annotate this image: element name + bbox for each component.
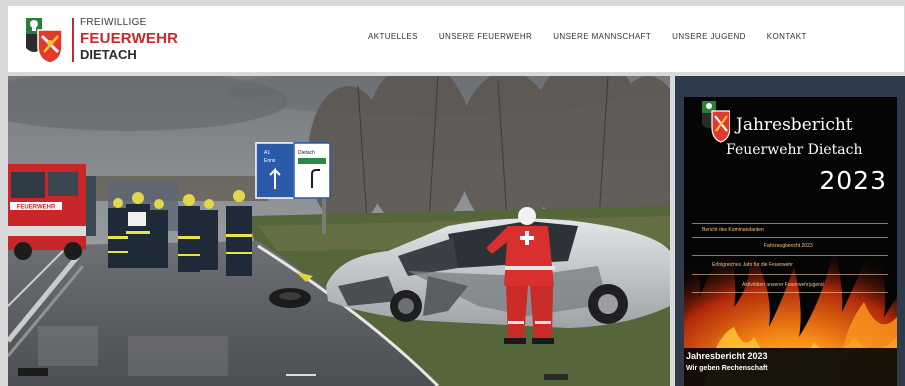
- toc-divider: [692, 237, 888, 238]
- sign-left-code: A1: [264, 150, 270, 156]
- site-logo[interactable]: FREIWILLIGE FEUERWEHR DIETACH: [22, 14, 202, 66]
- nav-item-unsere-feuerwehr[interactable]: UNSERE FEUERWEHR: [439, 32, 532, 46]
- nav-item-unsere-mannschaft[interactable]: UNSERE MANNSCHAFT: [553, 32, 651, 46]
- report-year: 2023: [819, 166, 887, 195]
- report-subtitle: Feuerwehr Dietach: [726, 142, 863, 158]
- logo-text-dietach: DIETACH: [80, 47, 137, 62]
- main-nav: AKTUELLES UNSERE FEUERWEHR UNSERE MANNSC…: [368, 32, 807, 46]
- accident-scene-image: FEUERWEHR A1 Enns Dietach: [8, 76, 670, 386]
- sign-left-text: Enns: [264, 158, 276, 164]
- toc-item: Bericht des Kommandanten: [702, 227, 764, 233]
- report-crest-icon: [702, 101, 730, 143]
- toc-divider: [692, 274, 888, 275]
- nav-item-aktuelles[interactable]: AKTUELLES: [368, 32, 418, 46]
- toc-divider: [692, 223, 888, 224]
- report-caption[interactable]: Jahresbericht 2023 Wir geben Rechenschaf…: [684, 348, 897, 386]
- annual-report-cover[interactable]: Jahresbericht Feuerwehr Dietach 2023 Ber…: [684, 97, 897, 386]
- logo-text-feuerwehr: FEUERWEHR: [80, 30, 179, 47]
- report-caption-subtitle: Wir geben Rechenschaft: [686, 365, 768, 372]
- toc-divider: [692, 292, 888, 293]
- nav-item-kontakt[interactable]: KONTAKT: [767, 32, 807, 46]
- site-header: FREIWILLIGE FEUERWEHR DIETACH AKTUELLES …: [8, 6, 904, 72]
- toc-divider: [692, 255, 888, 256]
- logo-divider: [72, 18, 74, 62]
- report-caption-title[interactable]: Jahresbericht 2023: [686, 351, 768, 361]
- page: FREIWILLIGE FEUERWEHR DIETACH AKTUELLES …: [0, 0, 905, 386]
- truck-label: FEUERWEHR: [17, 205, 56, 211]
- toc-item: Aktivitäten unserer Feuerwehrjugend: [742, 282, 824, 288]
- fire-brigade-crest-icon: [26, 18, 63, 64]
- report-title: Jahresbericht: [736, 115, 853, 135]
- sign-right-text: Dietach: [298, 150, 315, 156]
- nav-item-unsere-jugend[interactable]: UNSERE JUGEND: [672, 32, 746, 46]
- toc-item: Erfolgreiches Jahr für die Feuerwehr: [712, 262, 793, 268]
- hero-accident-photo[interactable]: FEUERWEHR A1 Enns Dietach: [8, 76, 670, 386]
- toc-item: Fahrzeugbericht 2023: [764, 243, 813, 249]
- logo-text-freiwillige: FREIWILLIGE: [80, 17, 147, 28]
- annual-report-panel[interactable]: Jahresbericht Feuerwehr Dietach 2023 Ber…: [675, 76, 905, 386]
